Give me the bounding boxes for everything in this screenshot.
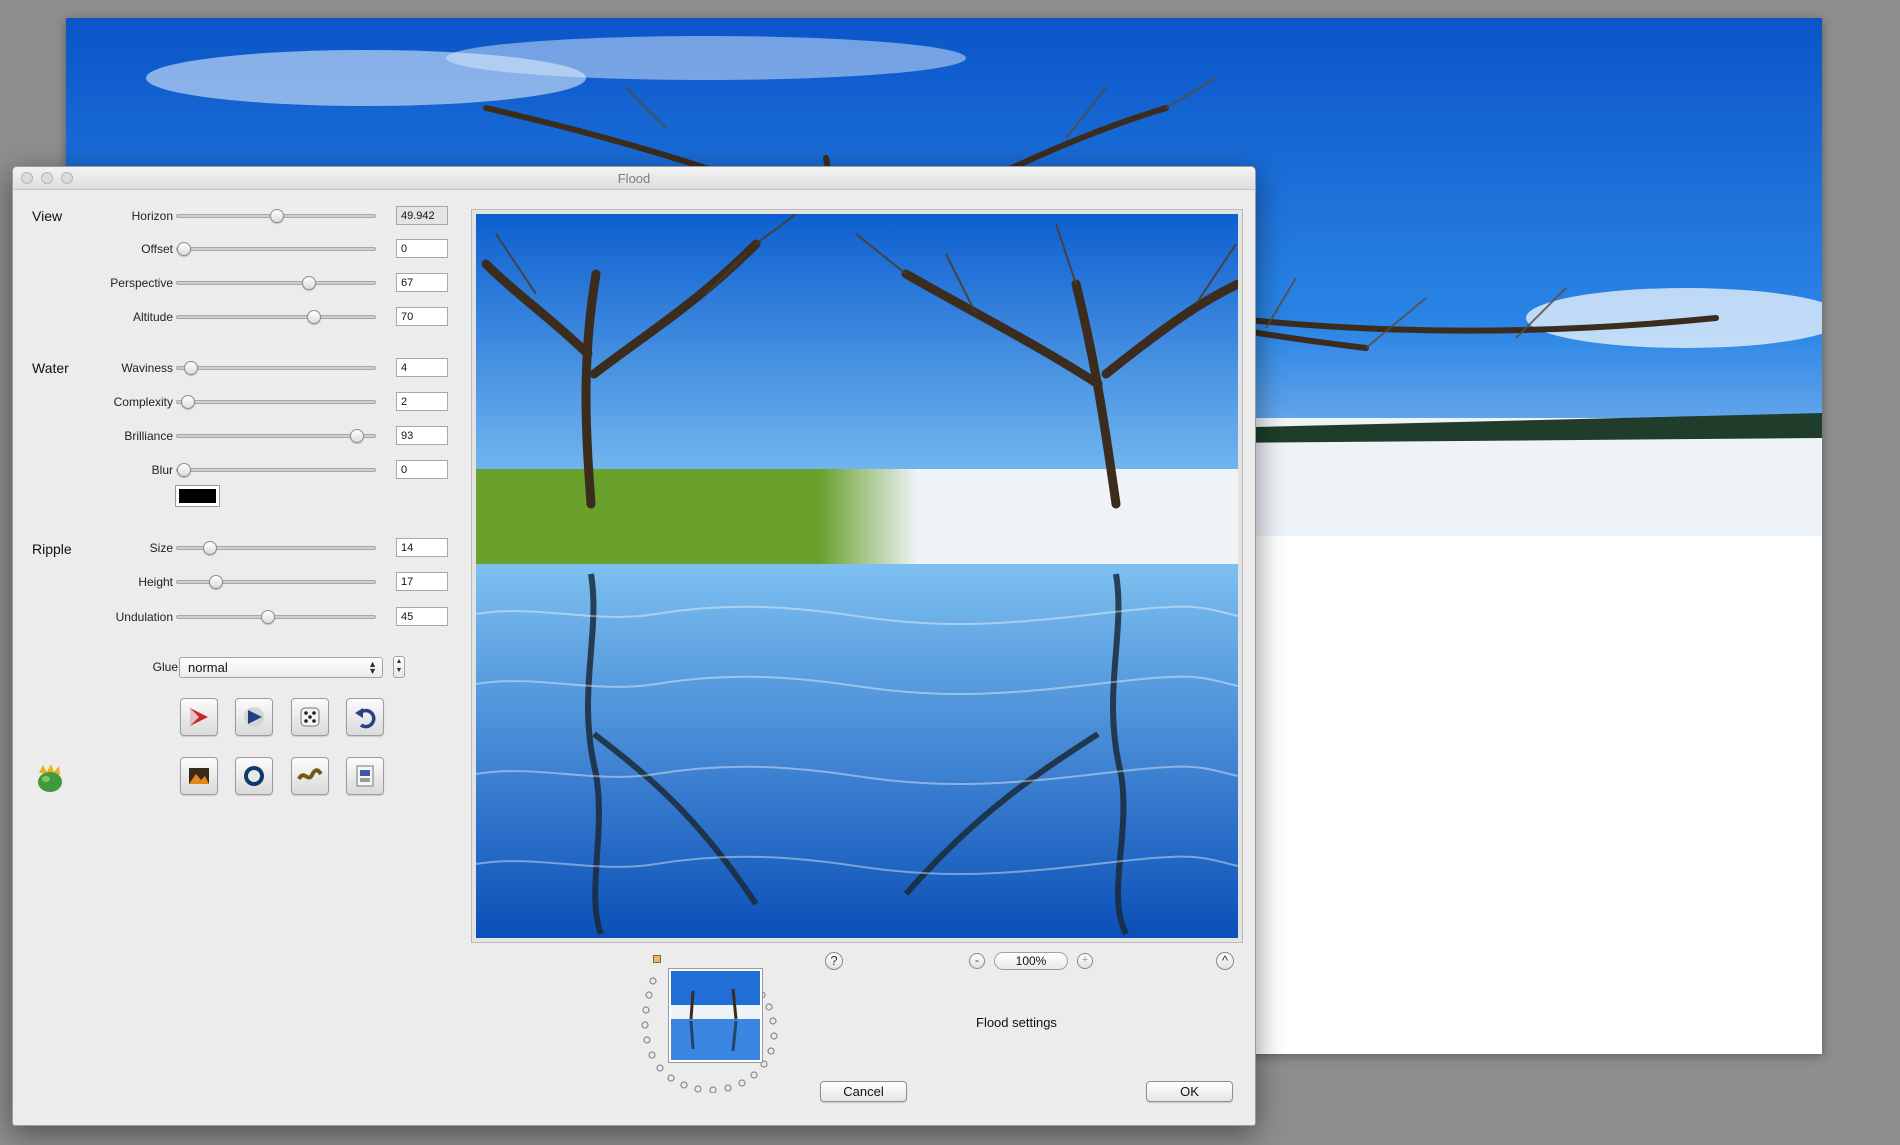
complexity-field[interactable] <box>396 392 448 411</box>
offset-slider-knob[interactable] <box>177 242 191 256</box>
height-slider[interactable] <box>176 575 376 589</box>
undo-icon <box>355 708 376 729</box>
perspective-slider-knob[interactable] <box>301 276 316 290</box>
preview-image[interactable] <box>476 214 1238 938</box>
undulation-field[interactable] <box>396 607 448 626</box>
render-icon <box>190 708 208 726</box>
psd-icon <box>356 765 374 787</box>
glue-label: Glue <box>152 660 178 674</box>
help-button[interactable]: ? <box>825 952 843 970</box>
horizon-slider[interactable] <box>176 209 376 223</box>
ok-button[interactable]: OK <box>1146 1081 1233 1102</box>
size-slider[interactable] <box>176 541 376 555</box>
zoom-level-field[interactable]: 100% <box>994 952 1068 970</box>
psd-button[interactable] <box>346 757 384 795</box>
glue-stepper[interactable]: ▲ ▼ <box>393 656 405 678</box>
water-color-swatch[interactable] <box>175 485 220 507</box>
random-button[interactable] <box>291 698 329 736</box>
size-label: Size <box>149 541 173 555</box>
perspective-field[interactable] <box>396 273 448 292</box>
offset-label: Offset <box>141 242 173 256</box>
blur-label: Blur <box>151 463 173 477</box>
zoom-in-button[interactable]: + <box>1077 953 1093 969</box>
collapse-button[interactable]: ^ <box>1216 952 1234 970</box>
horizon-field[interactable] <box>396 206 448 225</box>
altitude-slider-knob[interactable] <box>307 310 322 324</box>
title-bar[interactable]: Flood <box>13 167 1255 190</box>
dice-icon <box>300 707 320 727</box>
blur-field[interactable] <box>396 460 448 479</box>
thumbnail-frame[interactable] <box>668 968 763 1063</box>
altitude-field[interactable] <box>396 307 448 326</box>
thumbnail-image <box>671 971 760 1060</box>
brilliance-slider[interactable] <box>176 429 376 443</box>
preview-panel[interactable] <box>471 209 1243 943</box>
complexity-label: Complexity <box>113 395 173 409</box>
height-label: Height <box>138 575 173 589</box>
plugin-logo-icon <box>38 764 62 792</box>
thumbnail-marker[interactable] <box>653 955 661 963</box>
complexity-slider-knob[interactable] <box>180 395 195 409</box>
window-title: Flood <box>617 171 651 186</box>
offset-field[interactable] <box>396 239 448 258</box>
height-slider-knob[interactable] <box>208 575 223 589</box>
render-button[interactable] <box>180 698 218 736</box>
glue-value: normal <box>188 660 228 675</box>
blur-slider-knob[interactable] <box>177 463 191 477</box>
waviness-slider-knob[interactable] <box>184 361 199 375</box>
status-text: Flood settings <box>976 1015 1057 1030</box>
altitude-slider[interactable] <box>176 310 376 324</box>
undulation-slider[interactable] <box>176 610 376 624</box>
perspective-label: Perspective <box>110 276 173 290</box>
offset-slider[interactable] <box>176 242 376 256</box>
image-icon <box>189 768 209 784</box>
image-button[interactable] <box>180 757 218 795</box>
complexity-slider[interactable] <box>176 395 376 409</box>
water-color-fill <box>179 489 216 503</box>
size-slider-knob[interactable] <box>203 541 218 555</box>
blur-slider[interactable] <box>176 463 376 477</box>
waviness-slider[interactable] <box>176 361 376 375</box>
brilliance-field[interactable] <box>396 426 448 445</box>
glue-select[interactable]: normal ▲ ▼ <box>179 657 383 678</box>
ring-button[interactable] <box>235 757 273 795</box>
play-button[interactable] <box>235 698 273 736</box>
waviness-field[interactable] <box>396 358 448 377</box>
undulation-slider-knob[interactable] <box>260 610 275 624</box>
perspective-slider[interactable] <box>176 276 376 290</box>
wave-icon <box>297 768 323 781</box>
undulation-label: Undulation <box>115 610 173 624</box>
altitude-label: Altitude <box>132 310 173 324</box>
height-field[interactable] <box>396 572 448 591</box>
flood-dialog: Flood View Water Ripple Horizon Offset P… <box>12 166 1256 1126</box>
brilliance-slider-knob[interactable] <box>349 429 364 443</box>
ring-icon <box>244 766 264 786</box>
waviness-label: Waviness <box>121 361 173 375</box>
size-field[interactable] <box>396 538 448 557</box>
brilliance-label: Brilliance <box>124 429 173 443</box>
horizon-slider-knob[interactable] <box>270 209 284 223</box>
select-arrows-icon: ▲ ▼ <box>368 659 377 676</box>
zoom-out-button[interactable]: - <box>969 953 985 969</box>
cancel-button[interactable]: Cancel <box>820 1081 907 1102</box>
play-icon <box>244 707 264 727</box>
undo-button[interactable] <box>346 698 384 736</box>
horizon-label: Horizon <box>131 209 173 223</box>
wave-button[interactable] <box>291 757 329 795</box>
